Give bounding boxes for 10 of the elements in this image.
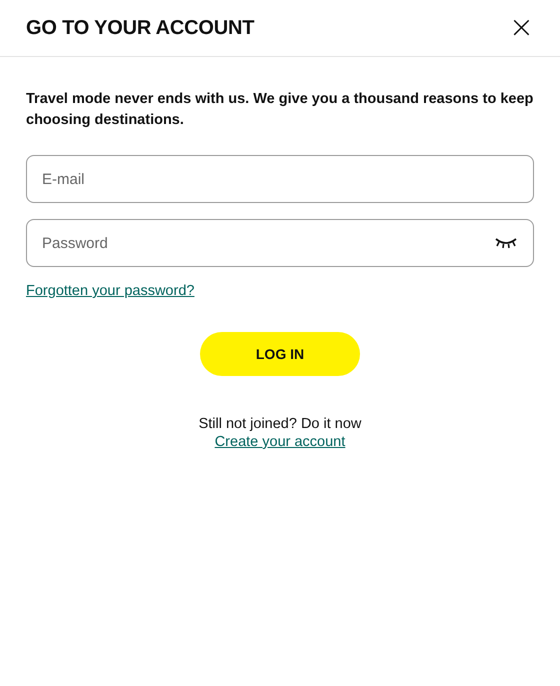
dialog-title: GO TO YOUR ACCOUNT	[26, 16, 254, 40]
password-field[interactable]: Password	[26, 219, 534, 267]
intro-text: Travel mode never ends with us. We give you a thousand reasons to keep choosing destinations.	[26, 90, 534, 130]
email-field[interactable]: E-mail	[26, 155, 534, 203]
close-button[interactable]: ×	[508, 16, 534, 40]
login-button[interactable]: LOG IN	[200, 332, 360, 376]
forgot-password-link[interactable]: Forgotten your password?	[26, 283, 194, 299]
closed-eye-icon[interactable]	[494, 236, 518, 250]
signup-prompt: Still not joined? Do it now	[198, 416, 362, 432]
create-account-link[interactable]: Create your account	[214, 434, 346, 450]
